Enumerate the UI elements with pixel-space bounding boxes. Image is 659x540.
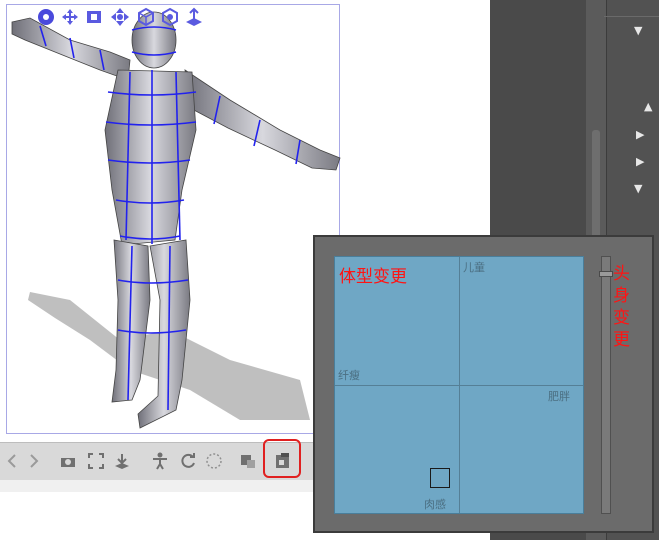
expand-arrow-icon[interactable]: ▶	[636, 155, 644, 168]
pad-label-right: 肥胖	[548, 390, 570, 403]
reset-pose-icon[interactable]	[176, 449, 200, 473]
pan-icon[interactable]	[84, 7, 104, 27]
register-pose-icon[interactable]	[236, 449, 260, 473]
rotate-object-icon[interactable]	[136, 7, 156, 27]
body-shape-highlight	[263, 439, 301, 478]
drop-icon[interactable]	[110, 449, 134, 473]
rotate-camera-icon[interactable]	[36, 7, 56, 27]
pad-label-top: 儿童	[463, 261, 485, 274]
collapse-arrow-icon[interactable]: ▼	[634, 24, 642, 37]
head-ratio-title: 头身变更	[613, 264, 630, 350]
pad-horizontal-axis	[335, 385, 583, 386]
fit-icon[interactable]	[84, 449, 108, 473]
body-shape-title: 体型变更	[339, 267, 407, 287]
pad-label-bottom: 肉感	[424, 498, 446, 511]
object-rotate-icon[interactable]	[160, 7, 180, 27]
pose-icon[interactable]	[148, 449, 172, 473]
floor-move-icon[interactable]	[184, 7, 204, 27]
head-ratio-slider-thumb[interactable]	[599, 271, 613, 277]
next-icon[interactable]	[22, 449, 46, 473]
collapse-arrow-icon[interactable]: ▼	[634, 182, 642, 195]
body-shape-marker[interactable]	[430, 468, 450, 488]
expand-arrow-icon[interactable]: ▶	[636, 128, 644, 141]
camera-icon[interactable]	[56, 449, 80, 473]
layer-icon[interactable]: ▲	[644, 100, 652, 113]
head-ratio-slider[interactable]	[601, 256, 611, 514]
lock-joint-icon[interactable]	[202, 449, 226, 473]
pad-label-left: 纤瘦	[338, 369, 360, 382]
move-object-icon[interactable]	[110, 7, 130, 27]
status-strip	[0, 480, 320, 492]
move-icon[interactable]	[60, 7, 80, 27]
prev-icon[interactable]	[0, 449, 24, 473]
layer-divider	[604, 16, 659, 17]
